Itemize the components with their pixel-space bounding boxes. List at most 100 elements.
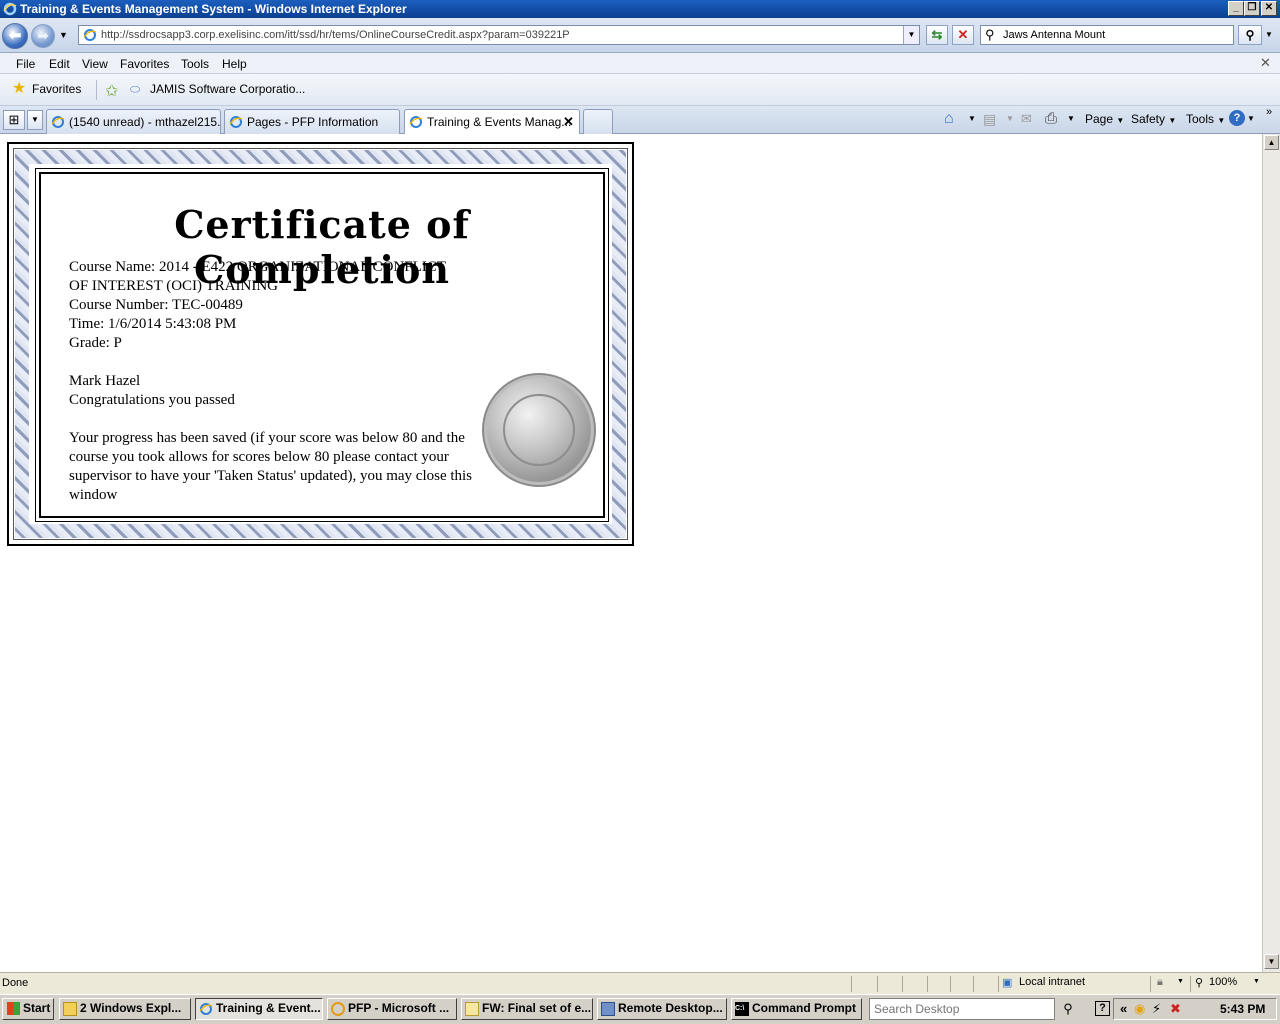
navigation-bar: ⬅ ➡ ▼ ▼ ⇆ ✕ ⚲ ⚲ ▼ bbox=[0, 18, 1280, 53]
help-icon[interactable]: ? bbox=[1229, 110, 1245, 126]
clock[interactable]: 5:43 PM bbox=[1220, 1002, 1265, 1016]
tray-expand-icon[interactable]: « bbox=[1120, 1001, 1127, 1016]
help-dropdown-icon[interactable]: ▼ bbox=[1247, 114, 1255, 123]
taskbar-button-label: PFP - Microsoft ... bbox=[348, 1001, 450, 1015]
security-zone[interactable]: ▣ Local intranet bbox=[998, 976, 1146, 992]
taskbar-button-pfp[interactable]: PFP - Microsoft ... bbox=[327, 998, 457, 1020]
close-tab-icon[interactable]: ✕ bbox=[563, 114, 574, 130]
taskbar-button-label: Command Prompt bbox=[752, 1001, 857, 1015]
search-input[interactable] bbox=[1003, 27, 1228, 43]
tools-menu[interactable]: Tools ▼ bbox=[1186, 112, 1225, 126]
status-divider bbox=[973, 976, 995, 992]
feeds-dropdown-icon[interactable]: ▼ bbox=[1006, 114, 1014, 123]
tab-pfp[interactable]: Pages - PFP Information bbox=[224, 109, 400, 134]
menu-help[interactable]: Help bbox=[222, 57, 247, 71]
minimize-button[interactable]: _ bbox=[1228, 1, 1244, 16]
page-menu[interactable]: Page ▼ bbox=[1085, 112, 1124, 126]
certificate: Certificate of Completion Course Name: 2… bbox=[7, 142, 634, 546]
quick-tabs-button[interactable]: ⊞ bbox=[3, 110, 25, 130]
search-button[interactable]: ⚲ bbox=[1238, 25, 1262, 45]
taskbar-button-label: 2 Windows Expl... bbox=[80, 1001, 182, 1015]
zoom-icon: ⚲ bbox=[1195, 977, 1204, 989]
close-window-button[interactable]: ✕ bbox=[1261, 1, 1277, 16]
address-dropdown-icon[interactable]: ▼ bbox=[903, 26, 919, 44]
stop-button[interactable]: ✕ bbox=[952, 25, 974, 45]
ie-page-icon bbox=[199, 1003, 213, 1015]
home-icon[interactable]: ⌂ bbox=[944, 110, 954, 128]
safety-menu[interactable]: Safety ▼ bbox=[1131, 112, 1176, 126]
new-tab-button[interactable] bbox=[583, 109, 613, 134]
desktop-search-box[interactable] bbox=[869, 998, 1055, 1020]
tray-network-icon[interactable]: ⚡︎ bbox=[1152, 1001, 1161, 1017]
mail-icon[interactable]: ✉ bbox=[1021, 111, 1032, 127]
scroll-up-icon[interactable]: ▲ bbox=[1264, 135, 1279, 150]
forward-button[interactable]: ➡ bbox=[31, 24, 55, 48]
tray-alert-icon[interactable]: ✖ bbox=[1170, 1001, 1181, 1017]
taskbar-button-explorer[interactable]: 2 Windows Expl... bbox=[59, 998, 191, 1020]
close-menubar-icon[interactable]: ✕ bbox=[1260, 55, 1271, 71]
restore-button[interactable]: ❐ bbox=[1244, 1, 1260, 16]
tab-mail[interactable]: (1540 unread) - mthazel215... bbox=[46, 109, 221, 134]
ie-page-icon bbox=[229, 116, 243, 128]
home-dropdown-icon[interactable]: ▼ bbox=[968, 114, 976, 123]
chevron-more-icon[interactable]: » bbox=[1266, 106, 1272, 118]
course-name-line1: Course Name: 2014 - E422 ORGANIZATIONAL … bbox=[69, 259, 446, 275]
envelope-icon bbox=[465, 1002, 479, 1016]
menu-edit[interactable]: Edit bbox=[49, 57, 70, 71]
zoom-control[interactable]: ⚲ 100% ▼ bbox=[1190, 976, 1262, 992]
refresh-icon: ⇆ bbox=[931, 27, 943, 42]
completion-time: Time: 1/6/2014 5:43:08 PM bbox=[69, 316, 237, 332]
print-dropdown-icon[interactable]: ▼ bbox=[1067, 114, 1075, 123]
search-options-icon[interactable]: ▼ bbox=[1265, 30, 1273, 39]
print-icon[interactable]: ⎙ bbox=[1045, 110, 1057, 127]
back-button[interactable]: ⬅ bbox=[2, 23, 28, 49]
course-number: Course Number: TEC-00489 bbox=[69, 297, 243, 313]
folder-icon bbox=[63, 1002, 77, 1016]
menu-tools[interactable]: Tools bbox=[181, 57, 209, 71]
vertical-scrollbar[interactable]: ▲ ▼ bbox=[1262, 134, 1280, 972]
status-divider bbox=[950, 976, 972, 992]
ie-page-icon bbox=[409, 116, 423, 128]
menu-favorites[interactable]: Favorites bbox=[120, 57, 169, 71]
taskbar-button-remote-desktop[interactable]: Remote Desktop... bbox=[597, 998, 727, 1020]
tools-menu-label: Tools bbox=[1186, 112, 1215, 126]
grid-icon: ⊞ bbox=[8, 112, 20, 127]
address-input[interactable] bbox=[101, 27, 901, 43]
taskbar-button-training[interactable]: Training & Event... bbox=[195, 998, 323, 1020]
history-dropdown-icon[interactable]: ▼ bbox=[59, 30, 68, 40]
taskbar-button-email[interactable]: FW: Final set of e... bbox=[461, 998, 593, 1020]
zone-label: Local intranet bbox=[1019, 976, 1086, 988]
tab-training[interactable]: Training & Events Manag... ✕ bbox=[404, 109, 580, 135]
tab-list-button[interactable]: ▼ bbox=[27, 110, 43, 130]
taskbar: Start 2 Windows Expl... Training & Event… bbox=[0, 994, 1280, 1024]
scroll-down-icon[interactable]: ▼ bbox=[1264, 954, 1279, 969]
search-box[interactable]: ⚲ bbox=[980, 25, 1234, 45]
desktop-search-icon[interactable]: ⚲ bbox=[1057, 999, 1079, 1019]
add-favorite-icon[interactable]: ✩ bbox=[105, 81, 118, 101]
menu-view[interactable]: View bbox=[82, 57, 108, 71]
forward-arrow-icon: ➡ bbox=[37, 28, 49, 43]
ie-page-icon bbox=[51, 116, 65, 128]
progress-text-line2: course you took allows for scores below … bbox=[69, 449, 449, 465]
system-tray: « ◉ ⚡︎ ✖ 5:43 PM bbox=[1113, 998, 1277, 1020]
ie-logo-icon bbox=[3, 2, 17, 16]
progress-text-line4: window bbox=[69, 487, 118, 503]
address-bar[interactable]: ▼ bbox=[78, 25, 920, 45]
window-titlebar: Training & Events Management System - Wi… bbox=[0, 0, 1280, 18]
desktop-search-input[interactable] bbox=[874, 1002, 1050, 1016]
protected-mode-indicator[interactable]: 🔒︎ ▼ bbox=[1150, 976, 1188, 992]
help-tray-icon[interactable]: ? bbox=[1095, 1001, 1110, 1016]
favorite-link-label: JAMIS Software Corporatio... bbox=[150, 82, 306, 96]
tray-app-icon[interactable]: ◉ bbox=[1134, 1001, 1145, 1017]
refresh-button[interactable]: ⇆ bbox=[926, 25, 948, 45]
feeds-icon[interactable]: ▤ bbox=[983, 111, 996, 128]
back-arrow-icon: ⬅ bbox=[8, 27, 22, 44]
windows-logo-icon bbox=[7, 1002, 20, 1015]
favorite-link-jamis[interactable]: ⬭ JAMIS Software Corporatio... bbox=[130, 82, 305, 96]
favorites-button[interactable]: ★ Favorites bbox=[8, 80, 81, 100]
menu-file[interactable]: File bbox=[16, 57, 35, 71]
taskbar-button-command-prompt[interactable]: C:\ Command Prompt bbox=[731, 998, 862, 1020]
start-button[interactable]: Start bbox=[2, 998, 54, 1020]
status-text: Done bbox=[2, 977, 29, 989]
menu-bar: File Edit View Favorites Tools Help ✕ bbox=[0, 53, 1280, 74]
